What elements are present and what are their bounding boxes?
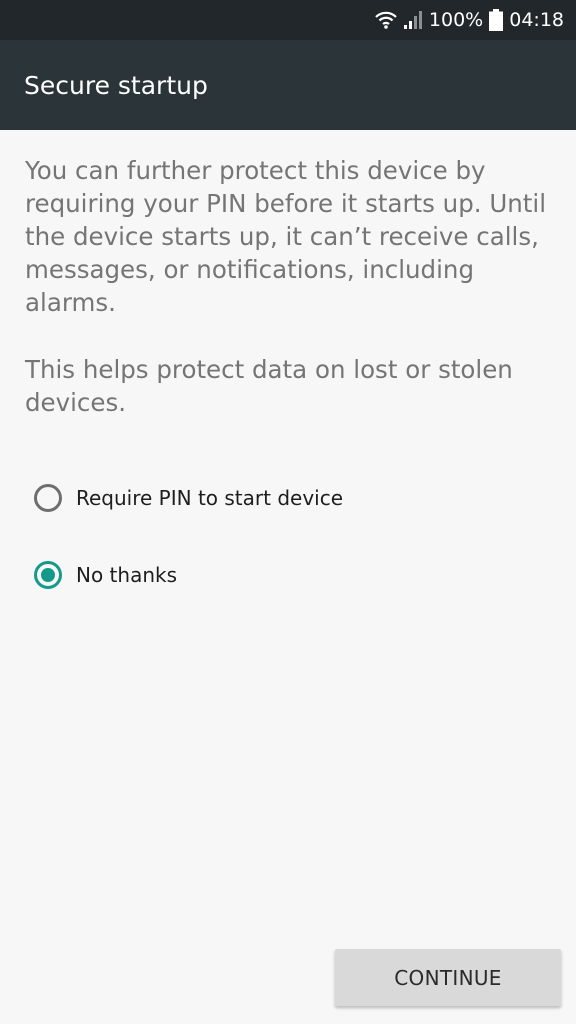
continue-button[interactable]: CONTINUE	[335, 949, 561, 1006]
wifi-icon	[375, 10, 397, 30]
battery-icon	[489, 9, 504, 31]
option-require-pin[interactable]: Require PIN to start device	[34, 478, 534, 518]
status-bar: 100% 04:18	[0, 0, 576, 40]
option-label: Require PIN to start device	[76, 486, 344, 510]
battery-percent: 100%	[428, 9, 484, 31]
page-title: Secure startup	[24, 70, 208, 100]
description-paragraph: You can further protect this device by r…	[25, 156, 547, 317]
app-bar: Secure startup	[0, 40, 576, 130]
clock: 04:18	[509, 9, 564, 31]
signal-icon	[403, 10, 423, 30]
radio-unchecked-icon[interactable]	[34, 484, 62, 512]
option-label: No thanks	[76, 563, 178, 587]
radio-checked-icon[interactable]	[34, 561, 62, 589]
description-paragraph: This helps protect data on lost or stole…	[25, 355, 513, 417]
option-no-thanks[interactable]: No thanks	[34, 555, 534, 595]
description: You can further protect this device by r…	[25, 154, 555, 419]
